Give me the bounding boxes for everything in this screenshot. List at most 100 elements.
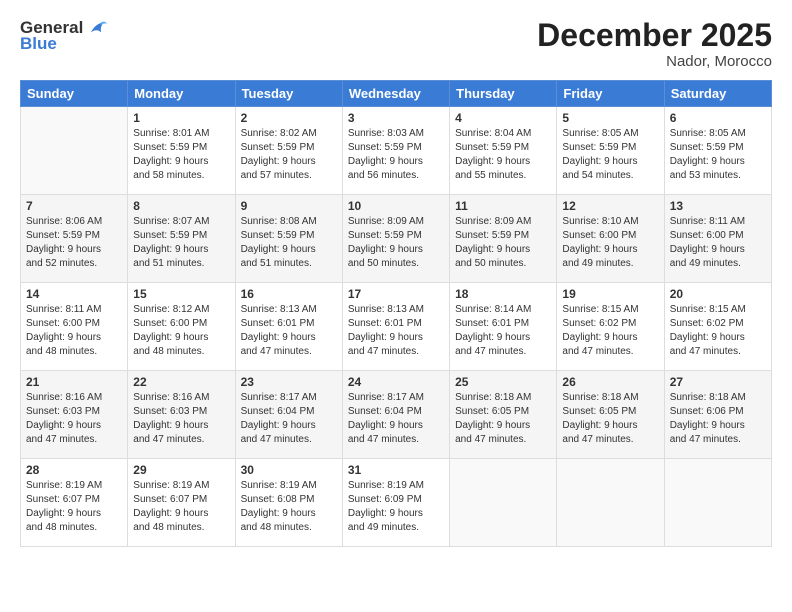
day-number: 2: [241, 111, 337, 125]
calendar-cell: [557, 459, 664, 547]
calendar-table: SundayMondayTuesdayWednesdayThursdayFrid…: [20, 80, 772, 547]
calendar-cell: 24 Sunrise: 8:17 AM Sunset: 6:04 PM Dayli…: [342, 371, 449, 459]
calendar-cell: 26Sunrise: 8:18 AM Sunset: 6:05 PM Dayli…: [557, 371, 664, 459]
day-info: Sunrise: 8:17 AM Sunset: 6:04 PM Dayligh…: [241, 391, 337, 447]
calendar-cell: 13 Sunrise: 8:11 AM Sunset: 6:00 PM Dayli…: [664, 195, 771, 283]
day-info: Sunrise: 8:18 AM Sunset: 6:05 PM Dayligh…: [562, 391, 658, 447]
page: General Blue December 2025 Nador, Morocc…: [0, 0, 792, 612]
calendar-cell: 16 Sunrise: 8:13 AM Sunset: 6:01 PM Dayli…: [235, 283, 342, 371]
day-info: Sunrise: 8:02 AM Sunset: 5:59 PM Dayligh…: [241, 127, 337, 183]
header: General Blue December 2025 Nador, Morocc…: [20, 18, 772, 70]
day-info: Sunrise: 8:13 AM Sunset: 6:01 PM Dayligh…: [348, 303, 444, 359]
calendar-cell: 30Sunrise: 8:19 AM Sunset: 6:08 PM Dayli…: [235, 459, 342, 547]
day-info: Sunrise: 8:19 AM Sunset: 6:07 PM Dayligh…: [133, 479, 229, 535]
calendar-cell: 31Sunrise: 8:19 AM Sunset: 6:09 PM Dayli…: [342, 459, 449, 547]
day-number: 24: [348, 375, 444, 389]
day-info: Sunrise: 8:19 AM Sunset: 6:09 PM Dayligh…: [348, 479, 444, 535]
day-info: Sunrise: 8:05 AM Sunset: 5:59 PM Dayligh…: [670, 127, 766, 183]
calendar-cell: 4 Sunrise: 8:04 AM Sunset: 5:59 PM Daylig…: [450, 107, 557, 195]
day-number: 28: [26, 463, 122, 477]
calendar-cell: 12Sunrise: 8:10 AM Sunset: 6:00 PM Dayli…: [557, 195, 664, 283]
day-number: 25: [455, 375, 551, 389]
calendar-day-header: Saturday: [664, 81, 771, 107]
logo-blue: Blue: [20, 34, 57, 54]
day-info: Sunrise: 8:13 AM Sunset: 6:01 PM Dayligh…: [241, 303, 337, 359]
day-info: Sunrise: 8:01 AM Sunset: 5:59 PM Dayligh…: [133, 127, 229, 183]
day-number: 8: [133, 199, 229, 213]
calendar-header-row: SundayMondayTuesdayWednesdayThursdayFrid…: [21, 81, 772, 107]
calendar-day-header: Thursday: [450, 81, 557, 107]
calendar-day-header: Wednesday: [342, 81, 449, 107]
day-number: 3: [348, 111, 444, 125]
calendar-week-row: 1Sunrise: 8:01 AM Sunset: 5:59 PM Daylig…: [21, 107, 772, 195]
day-info: Sunrise: 8:15 AM Sunset: 6:02 PM Dayligh…: [670, 303, 766, 359]
day-number: 21: [26, 375, 122, 389]
day-number: 5: [562, 111, 658, 125]
day-number: 27: [670, 375, 766, 389]
calendar-week-row: 21Sunrise: 8:16 AM Sunset: 6:03 PM Dayli…: [21, 371, 772, 459]
calendar-day-header: Friday: [557, 81, 664, 107]
day-number: 10: [348, 199, 444, 213]
calendar-cell: [664, 459, 771, 547]
calendar-cell: 25Sunrise: 8:18 AM Sunset: 6:05 PM Dayli…: [450, 371, 557, 459]
day-info: Sunrise: 8:11 AM Sunset: 6:00 PM Dayligh…: [26, 303, 122, 359]
day-number: 19: [562, 287, 658, 301]
day-number: 7: [26, 199, 122, 213]
calendar-day-header: Monday: [128, 81, 235, 107]
calendar-cell: 15 Sunrise: 8:12 AM Sunset: 6:00 PM Dayli…: [128, 283, 235, 371]
title-section: December 2025 Nador, Morocco: [537, 18, 772, 70]
calendar-cell: [450, 459, 557, 547]
calendar-cell: 10 Sunrise: 8:09 AM Sunset: 5:59 PM Dayli…: [342, 195, 449, 283]
calendar-cell: 8 Sunrise: 8:07 AM Sunset: 5:59 PM Daylig…: [128, 195, 235, 283]
day-number: 29: [133, 463, 229, 477]
calendar-cell: 23 Sunrise: 8:17 AM Sunset: 6:04 PM Dayli…: [235, 371, 342, 459]
day-number: 23: [241, 375, 337, 389]
day-number: 30: [241, 463, 337, 477]
day-number: 20: [670, 287, 766, 301]
day-number: 9: [241, 199, 337, 213]
calendar-day-header: Sunday: [21, 81, 128, 107]
day-info: Sunrise: 8:11 AM Sunset: 6:00 PM Dayligh…: [670, 215, 766, 271]
calendar-week-row: 28 Sunrise: 8:19 AM Sunset: 6:07 PM Dayli…: [21, 459, 772, 547]
day-number: 6: [670, 111, 766, 125]
calendar-cell: 11Sunrise: 8:09 AM Sunset: 5:59 PM Dayli…: [450, 195, 557, 283]
day-number: 15: [133, 287, 229, 301]
calendar-cell: 6 Sunrise: 8:05 AM Sunset: 5:59 PM Daylig…: [664, 107, 771, 195]
main-title: December 2025: [537, 18, 772, 53]
day-info: Sunrise: 8:08 AM Sunset: 5:59 PM Dayligh…: [241, 215, 337, 271]
day-info: Sunrise: 8:04 AM Sunset: 5:59 PM Dayligh…: [455, 127, 551, 183]
calendar-cell: 7 Sunrise: 8:06 AM Sunset: 5:59 PM Daylig…: [21, 195, 128, 283]
day-info: Sunrise: 8:06 AM Sunset: 5:59 PM Dayligh…: [26, 215, 122, 271]
day-info: Sunrise: 8:09 AM Sunset: 5:59 PM Dayligh…: [348, 215, 444, 271]
calendar-cell: 1Sunrise: 8:01 AM Sunset: 5:59 PM Daylig…: [128, 107, 235, 195]
day-info: Sunrise: 8:10 AM Sunset: 6:00 PM Dayligh…: [562, 215, 658, 271]
subtitle: Nador, Morocco: [537, 53, 772, 70]
calendar-week-row: 14Sunrise: 8:11 AM Sunset: 6:00 PM Dayli…: [21, 283, 772, 371]
logo: General Blue: [20, 18, 107, 54]
calendar-cell: 20 Sunrise: 8:15 AM Sunset: 6:02 PM Dayli…: [664, 283, 771, 371]
calendar-cell: 22Sunrise: 8:16 AM Sunset: 6:03 PM Dayli…: [128, 371, 235, 459]
calendar-day-header: Tuesday: [235, 81, 342, 107]
day-number: 11: [455, 199, 551, 213]
day-info: Sunrise: 8:05 AM Sunset: 5:59 PM Dayligh…: [562, 127, 658, 183]
day-number: 4: [455, 111, 551, 125]
calendar-week-row: 7 Sunrise: 8:06 AM Sunset: 5:59 PM Daylig…: [21, 195, 772, 283]
day-number: 22: [133, 375, 229, 389]
calendar-cell: 2 Sunrise: 8:02 AM Sunset: 5:59 PM Daylig…: [235, 107, 342, 195]
day-info: Sunrise: 8:15 AM Sunset: 6:02 PM Dayligh…: [562, 303, 658, 359]
calendar-cell: 9 Sunrise: 8:08 AM Sunset: 5:59 PM Daylig…: [235, 195, 342, 283]
day-info: Sunrise: 8:12 AM Sunset: 6:00 PM Dayligh…: [133, 303, 229, 359]
day-number: 16: [241, 287, 337, 301]
logo-bird-icon: [85, 19, 107, 37]
day-info: Sunrise: 8:17 AM Sunset: 6:04 PM Dayligh…: [348, 391, 444, 447]
calendar-cell: 27 Sunrise: 8:18 AM Sunset: 6:06 PM Dayli…: [664, 371, 771, 459]
day-info: Sunrise: 8:19 AM Sunset: 6:07 PM Dayligh…: [26, 479, 122, 535]
calendar-cell: 19 Sunrise: 8:15 AM Sunset: 6:02 PM Dayli…: [557, 283, 664, 371]
calendar-cell: 18Sunrise: 8:14 AM Sunset: 6:01 PM Dayli…: [450, 283, 557, 371]
calendar-cell: 29 Sunrise: 8:19 AM Sunset: 6:07 PM Dayli…: [128, 459, 235, 547]
calendar-cell: 21Sunrise: 8:16 AM Sunset: 6:03 PM Dayli…: [21, 371, 128, 459]
calendar-cell: 3Sunrise: 8:03 AM Sunset: 5:59 PM Daylig…: [342, 107, 449, 195]
day-info: Sunrise: 8:18 AM Sunset: 6:06 PM Dayligh…: [670, 391, 766, 447]
day-info: Sunrise: 8:07 AM Sunset: 5:59 PM Dayligh…: [133, 215, 229, 271]
day-number: 13: [670, 199, 766, 213]
